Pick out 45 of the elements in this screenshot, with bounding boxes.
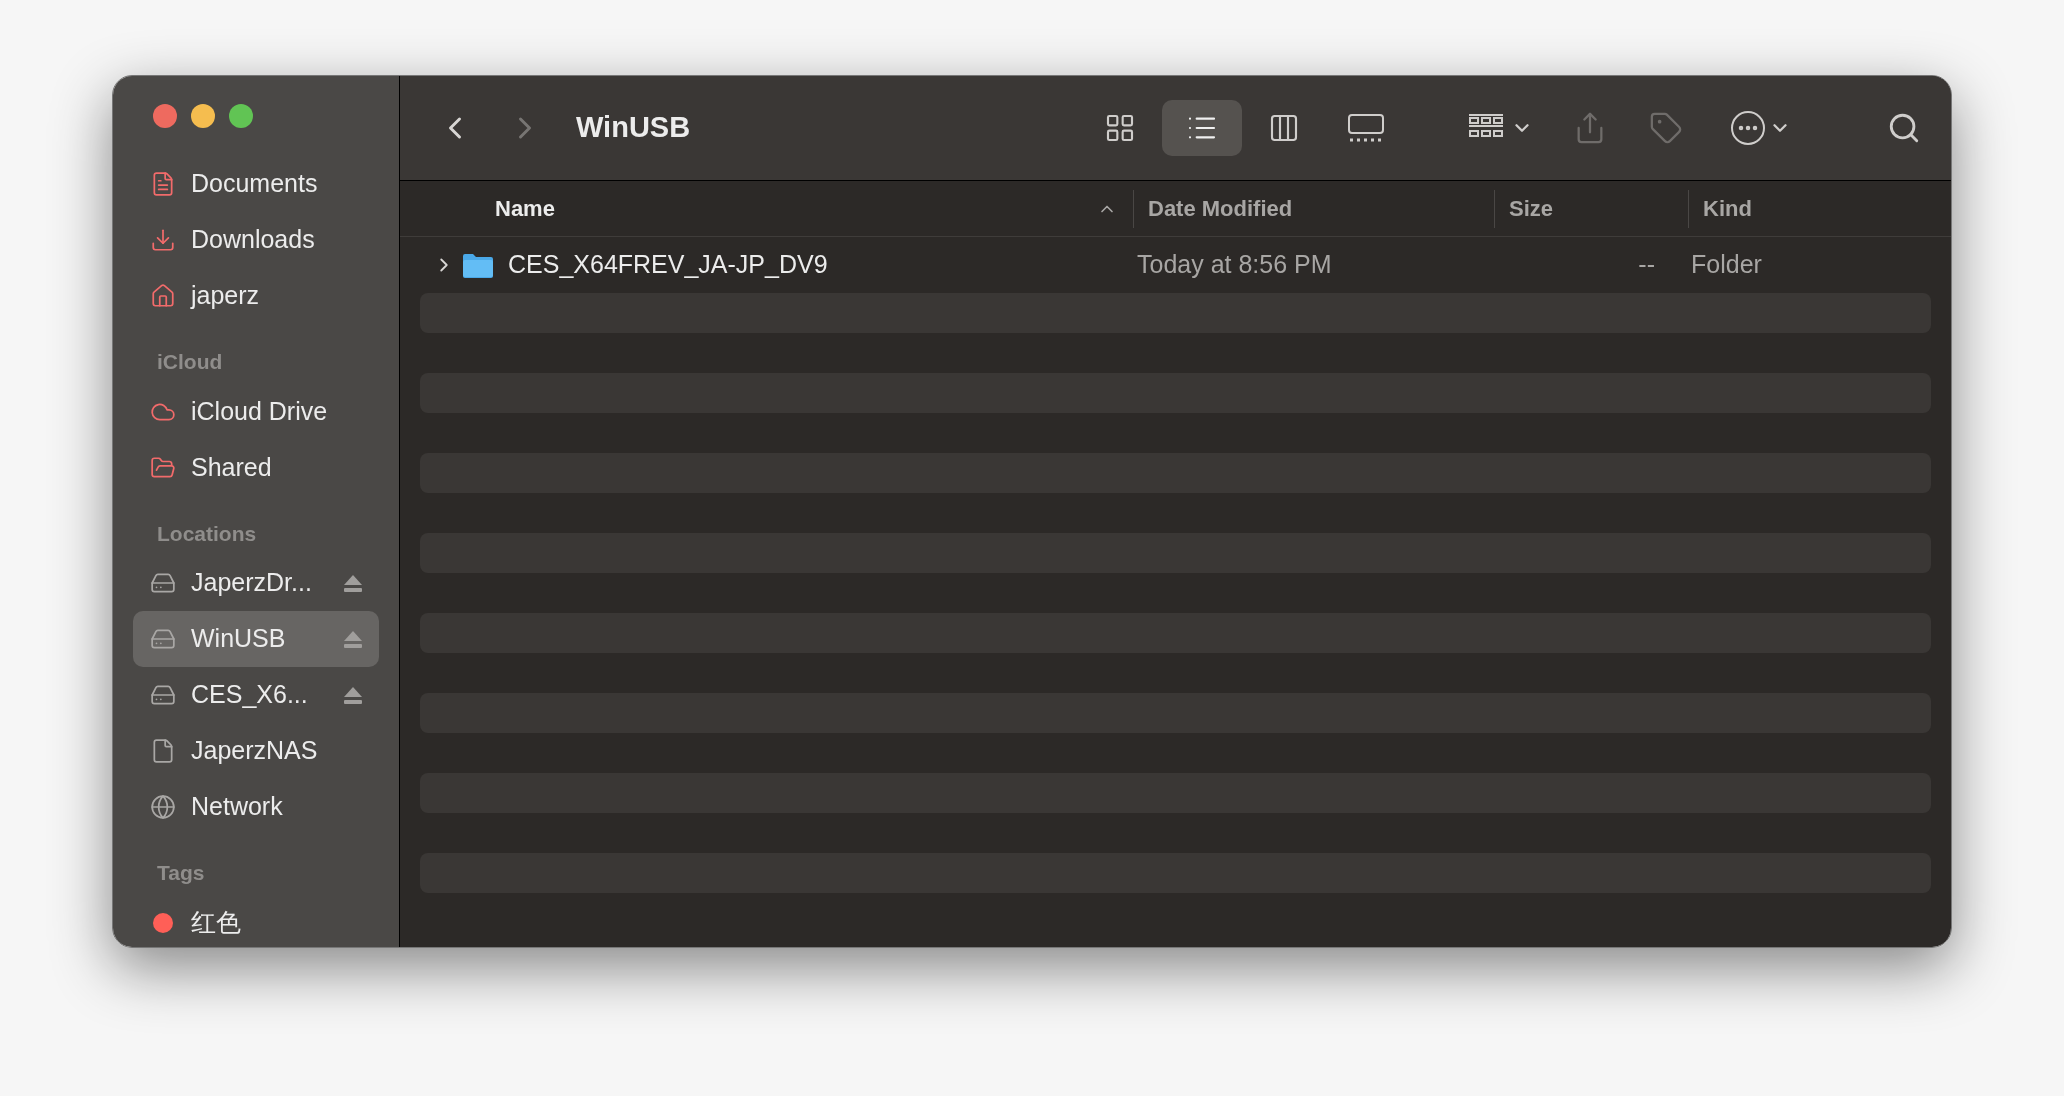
column-header[interactable]: Size: [1495, 189, 1689, 228]
drive-icon: [150, 570, 176, 596]
sidebar-item[interactable]: CES_X6...: [133, 667, 379, 723]
minimize-button[interactable]: [191, 104, 215, 128]
sidebar-item[interactable]: Shared: [133, 439, 379, 496]
file-size: --: [1637, 249, 1655, 281]
file-kind: Folder: [1691, 249, 1762, 281]
tag-icon: [1649, 111, 1683, 145]
sidebar-item[interactable]: japerz: [133, 268, 379, 324]
sidebar-item[interactable]: Network: [133, 779, 379, 835]
shared-folder-icon: [150, 454, 176, 481]
search-icon: [1887, 111, 1921, 145]
column-header[interactable]: Kind: [1689, 189, 1951, 228]
sidebar-item[interactable]: Downloads: [133, 212, 379, 268]
sidebar-item[interactable]: JaperzDr...: [133, 555, 379, 611]
sidebar-item[interactable]: WinUSB: [133, 611, 379, 667]
grid-view-icon: [1104, 112, 1136, 144]
column-header[interactable]: Date Modified: [1134, 189, 1495, 228]
column-header[interactable]: Name: [400, 189, 1134, 228]
view-button[interactable]: [1162, 100, 1242, 156]
sidebar-section-header: Locations: [156, 520, 258, 547]
drive-icon: [150, 626, 176, 652]
eject-icon[interactable]: [343, 686, 363, 704]
file-name: CES_X64FREV_JA-JP_DV9: [508, 249, 829, 281]
file-icon: [150, 738, 176, 764]
sidebar-section-header: iCloud: [156, 349, 224, 375]
folder-icon: [462, 252, 494, 278]
sidebar-item[interactable]: JaperzNAS: [133, 723, 379, 779]
column-view-icon: [1268, 112, 1300, 144]
sidebar-item[interactable]: Documents: [133, 156, 379, 212]
sidebar-section-header: Tags: [156, 860, 206, 886]
drive-icon: [150, 682, 176, 708]
window-title: WinUSB: [576, 110, 691, 146]
globe-icon: [150, 794, 176, 820]
home-icon: [150, 283, 176, 309]
gallery-view-icon: [1347, 113, 1385, 143]
sidebar-item[interactable]: iCloud Drive: [133, 383, 379, 440]
zoom-button[interactable]: [229, 104, 253, 128]
file-row[interactable]: CES_X64FREV_JA-JP_DV9 Today at 8:56 PM -- Folder: [420, 237, 1931, 293]
document-icon: [150, 171, 176, 197]
sidebar-item[interactable]: 红色: [133, 894, 379, 947]
eject-icon[interactable]: [343, 574, 363, 592]
close-button[interactable]: [153, 104, 177, 128]
date-modified: Today at 8:56 PM: [1137, 249, 1333, 281]
download-icon: [150, 227, 176, 253]
